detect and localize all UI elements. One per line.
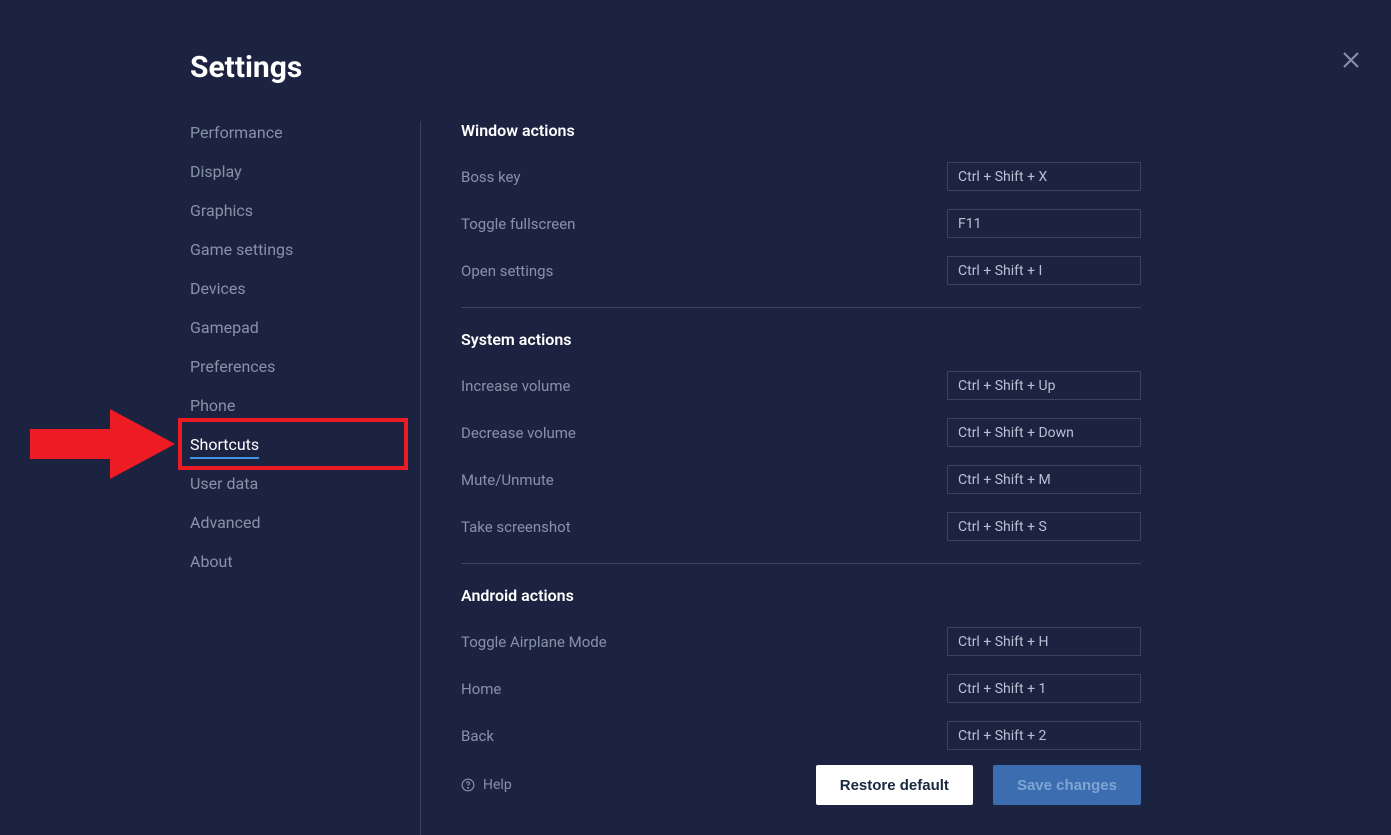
shortcut-label: Home [461,680,501,698]
sidebar-item-label: Shortcuts [190,435,259,459]
shortcut-key-input[interactable]: Ctrl + Shift + I [947,256,1141,285]
sidebar-item-performance[interactable]: Performance [190,121,420,144]
sidebar-item-preferences[interactable]: Preferences [190,355,420,378]
sidebar-item-user-data[interactable]: User data [190,472,420,495]
section-window-actions: Window actions Boss key Ctrl + Shift + X To… [461,121,1141,308]
close-button[interactable] [1339,48,1363,72]
shortcut-key-input[interactable]: Ctrl + Shift + Up [947,371,1141,400]
help-label: Help [483,777,512,793]
shortcut-key-input[interactable]: F11 [947,209,1141,238]
section-title: Android actions [461,586,1141,605]
footer: Help Restore default Save changes [461,765,1141,805]
help-link[interactable]: Help [461,777,512,793]
sidebar-item-display[interactable]: Display [190,160,420,183]
shortcut-row: Take screenshot Ctrl + Shift + S [461,512,1141,541]
sidebar-item-label: Preferences [190,357,275,376]
sidebar-item-label: Performance [190,123,283,142]
section-title: Window actions [461,121,1141,140]
settings-sidebar: Performance Display Graphics Game settings D… [190,121,421,835]
sidebar-item-label: Devices [190,279,246,298]
shortcut-key-input[interactable]: Ctrl + Shift + X [947,162,1141,191]
shortcut-row: Back Ctrl + Shift + 2 [461,721,1141,750]
section-android-actions: Android actions Toggle Airplane Mode Ctrl … [461,586,1141,772]
shortcut-row: Mute/Unmute Ctrl + Shift + M [461,465,1141,494]
shortcut-label: Back [461,727,494,745]
shortcut-label: Toggle Airplane Mode [461,633,607,651]
shortcut-label: Boss key [461,168,521,186]
shortcut-row: Decrease volume Ctrl + Shift + Down [461,418,1141,447]
shortcut-row: Boss key Ctrl + Shift + X [461,162,1141,191]
sidebar-item-label: About [190,552,233,571]
shortcut-label: Take screenshot [461,518,571,536]
shortcut-label: Open settings [461,262,553,280]
sidebar-item-label: Graphics [190,201,253,220]
shortcut-row: Open settings Ctrl + Shift + I [461,256,1141,285]
shortcut-row: Toggle fullscreen F11 [461,209,1141,238]
save-changes-button[interactable]: Save changes [993,765,1141,805]
shortcut-row: Toggle Airplane Mode Ctrl + Shift + H [461,627,1141,656]
restore-default-button[interactable]: Restore default [816,765,973,805]
shortcut-key-input[interactable]: Ctrl + Shift + M [947,465,1141,494]
sidebar-item-devices[interactable]: Devices [190,277,420,300]
close-icon [1339,48,1363,72]
shortcut-label: Increase volume [461,377,570,395]
shortcut-label: Decrease volume [461,424,576,442]
sidebar-item-game-settings[interactable]: Game settings [190,238,420,261]
sidebar-item-label: Phone [190,396,235,415]
sidebar-item-about[interactable]: About [190,550,420,573]
sidebar-item-advanced[interactable]: Advanced [190,511,420,534]
shortcut-key-input[interactable]: Ctrl + Shift + S [947,512,1141,541]
sidebar-item-label: Advanced [190,513,261,532]
sidebar-item-graphics[interactable]: Graphics [190,199,420,222]
sidebar-item-label: Game settings [190,240,293,259]
sidebar-item-shortcuts[interactable]: Shortcuts [190,433,420,456]
shortcut-label: Mute/Unmute [461,471,554,489]
shortcut-key-input[interactable]: Ctrl + Shift + 2 [947,721,1141,750]
sidebar-item-phone[interactable]: Phone [190,394,420,417]
settings-main: Window actions Boss key Ctrl + Shift + X To… [421,121,1391,835]
sidebar-item-label: Display [190,162,242,181]
shortcut-key-input[interactable]: Ctrl + Shift + 1 [947,674,1141,703]
shortcut-row: Increase volume Ctrl + Shift + Up [461,371,1141,400]
sidebar-item-label: Gamepad [190,318,259,337]
sidebar-item-gamepad[interactable]: Gamepad [190,316,420,339]
sidebar-item-label: User data [190,474,258,493]
page-title: Settings [190,50,1391,85]
section-title: System actions [461,330,1141,349]
shortcut-label: Toggle fullscreen [461,215,575,233]
shortcut-key-input[interactable]: Ctrl + Shift + H [947,627,1141,656]
shortcut-key-input[interactable]: Ctrl + Shift + Down [947,418,1141,447]
section-system-actions: System actions Increase volume Ctrl + Shif… [461,330,1141,564]
help-icon [461,778,475,792]
shortcut-row: Home Ctrl + Shift + 1 [461,674,1141,703]
